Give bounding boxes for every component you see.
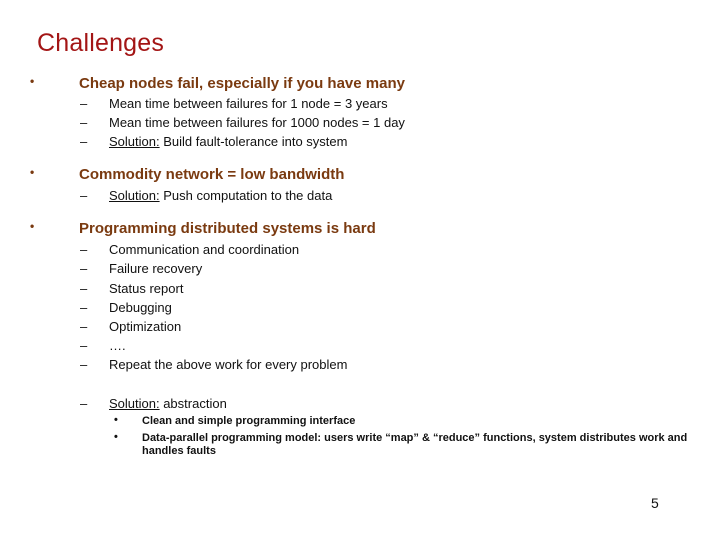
dash-icon: – [80, 338, 88, 353]
sub-bullet-text: Communication and coordination [109, 242, 300, 257]
slide-title: Challenges [37, 29, 165, 57]
bullet-icon: • [30, 165, 35, 179]
dash-icon: – [80, 134, 88, 149]
sub-sub-bullet-text: Data-parallel programming model: users w… [142, 432, 688, 457]
page-number: 5 [651, 495, 659, 511]
bullet-heading: Cheap nodes fail, especially if you have… [79, 75, 405, 92]
bullet-icon: • [30, 219, 35, 233]
dash-icon: – [80, 242, 88, 257]
sub-bullet-text: abstraction [159, 396, 227, 411]
bullet-icon: • [114, 414, 118, 426]
dash-icon: – [80, 115, 88, 130]
sub-bullet-text: Mean time between failures for 1000 node… [109, 115, 405, 130]
sub-bullet-text: Failure recovery [109, 261, 203, 276]
dash-icon: – [80, 261, 88, 276]
sub-bullet-text: Debugging [109, 300, 172, 315]
bullet-icon: • [114, 431, 118, 443]
dash-icon: – [80, 96, 88, 111]
sub-bullet-text: Mean time between failures for 1 node = … [109, 96, 388, 111]
bullet-heading: Commodity network = low bandwidth [79, 166, 345, 183]
bullet-icon: • [30, 74, 35, 88]
dash-icon: – [80, 357, 88, 372]
dash-icon: – [80, 281, 88, 296]
sub-bullet-text: Push computation to the data [159, 188, 333, 203]
sub-bullet-text: Status report [109, 281, 184, 296]
sub-bullet-text: …. [109, 338, 126, 353]
sub-sub-bullet-text: Clean and simple programming interface [142, 415, 356, 427]
sub-bullet-text: Build fault-tolerance into system [159, 134, 348, 149]
dash-icon: – [80, 319, 88, 334]
dash-icon: – [80, 188, 88, 203]
solution-label: Solution: [109, 188, 160, 203]
solution-label: Solution: [109, 134, 160, 149]
sub-bullet-text: Repeat the above work for every problem [109, 357, 348, 372]
dash-icon: – [80, 300, 88, 315]
dash-icon: – [80, 396, 88, 411]
sub-bullet-text: Optimization [109, 319, 182, 334]
bullet-heading: Programming distributed systems is hard [79, 220, 376, 237]
solution-label: Solution: [109, 396, 160, 411]
